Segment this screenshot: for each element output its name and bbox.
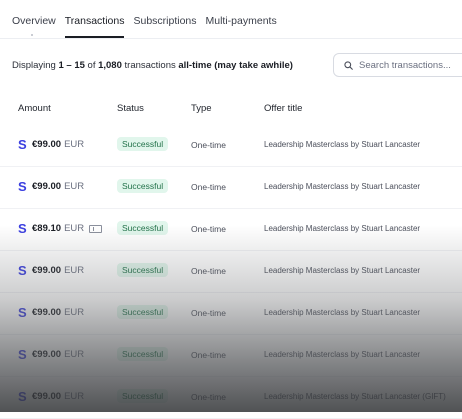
offer-title-cell: Leadership Masterclass by Stuart Lancast… [264,392,446,401]
status-badge: Successful [117,305,169,319]
summary-prefix: Displaying [12,60,59,71]
stripe-logo-icon: S [18,305,27,320]
amount-value: €99.00 [32,181,62,192]
search-input[interactable] [359,59,459,71]
table-row[interactable]: S €89.10 EUR Successful One-time Leadership M… [0,208,462,250]
status-badge: Successful [117,137,169,151]
offer-title-cell: Leadership Masterclass by Stuart Lancast… [264,350,421,359]
amount-cell: S €99.00 EUR [18,348,84,361]
offer-title-cell: Leadership Masterclass by Stuart Lancast… [264,182,421,191]
type-cell: One-time [191,224,226,234]
type-cell: One-time [191,392,226,402]
stripe-logo-icon: S [18,137,27,152]
column-header-amount[interactable]: Amount [18,103,51,114]
search-icon [344,60,353,70]
amount-currency: EUR [64,223,85,234]
amount-currency: EUR [64,349,85,360]
type-cell: One-time [191,182,226,192]
results-summary: Displaying 1 – 15 of 1,080 transactions … [12,60,293,71]
status-badge: Successful [117,389,169,403]
offer-title-cell: Leadership Masterclass by Stuart Lancast… [264,224,421,233]
stripe-logo-icon: S [18,221,27,236]
amount-cell: S €99.00 EUR [18,390,84,403]
table-row[interactable]: S €99.00 EUR Successful One-time Leadership M… [0,250,462,292]
stripe-logo-icon: S [18,389,27,404]
status-badge: Successful [117,179,169,193]
stripe-logo-icon: S [18,263,27,278]
summary-scope: all-time (may take awhile) [178,60,293,71]
amount-cell: S €99.00 EUR [18,306,84,319]
tab-transactions[interactable]: Transactions [64,0,124,38]
amount-value: €89.10 [32,223,62,234]
tab-overview[interactable]: Overview [12,0,56,38]
offer-title-cell: Leadership Masterclass by Stuart Lancast… [264,266,421,275]
status-badge: Successful [117,221,169,235]
amount-currency: EUR [64,139,85,150]
amount-cell: S €99.00 EUR [18,138,84,151]
offer-title-cell: Leadership Masterclass by Stuart Lancast… [264,308,421,317]
amount-value: €99.00 [32,307,62,318]
amount-value: €99.00 [32,349,62,360]
table-row[interactable]: S €99.00 EUR Successful One-time Leadership M… [0,292,462,334]
stripe-logo-icon: S [18,179,27,194]
type-cell: One-time [191,266,226,276]
amount-currency: EUR [64,181,85,192]
summary-of: of [84,60,99,71]
amount-currency: EUR [64,307,85,318]
tabs-divider [0,38,462,39]
tab-scroll-indicator [31,34,33,36]
type-cell: One-time [191,308,226,318]
column-header-offer-title[interactable]: Offer title [264,103,302,114]
amount-value: €99.00 [32,265,62,276]
offer-title-cell: Leadership Masterclass by Stuart Lancast… [264,140,421,149]
status-badge: Successful [117,347,169,361]
type-cell: One-time [191,140,226,150]
type-cell: One-time [191,350,226,360]
summary-total: 1,080 [98,60,122,71]
summary-middle: transactions [121,60,179,71]
coupon-icon [89,224,103,233]
status-badge: Successful [117,263,169,277]
amount-value: €99.00 [32,391,62,402]
amount-currency: EUR [64,265,85,276]
column-header-status[interactable]: Status [117,103,144,114]
column-header-type[interactable]: Type [191,103,212,114]
stripe-logo-icon: S [18,347,27,362]
amount-currency: EUR [64,391,85,402]
table-row[interactable]: S €99.00 EUR Successful One-time Leadership M… [0,124,462,166]
tab-subscriptions[interactable]: Subscriptions [133,0,196,38]
table-row[interactable]: S €99.00 EUR Successful One-time Leadership M… [0,334,462,376]
summary-range: 1 – 15 [58,60,85,71]
tab-multi-payments[interactable]: Multi-payments [206,0,277,38]
amount-cell: S €89.10 EUR [18,221,103,236]
tab-bar: Overview Transactions Subscriptions Mult… [12,0,277,38]
amount-cell: S €99.00 EUR [18,180,84,193]
table-row[interactable]: S €99.00 EUR Successful One-time Leadership M… [0,166,462,208]
amount-value: €99.00 [32,139,62,150]
search-box[interactable] [333,53,462,77]
amount-cell: S €99.00 EUR [18,264,84,277]
